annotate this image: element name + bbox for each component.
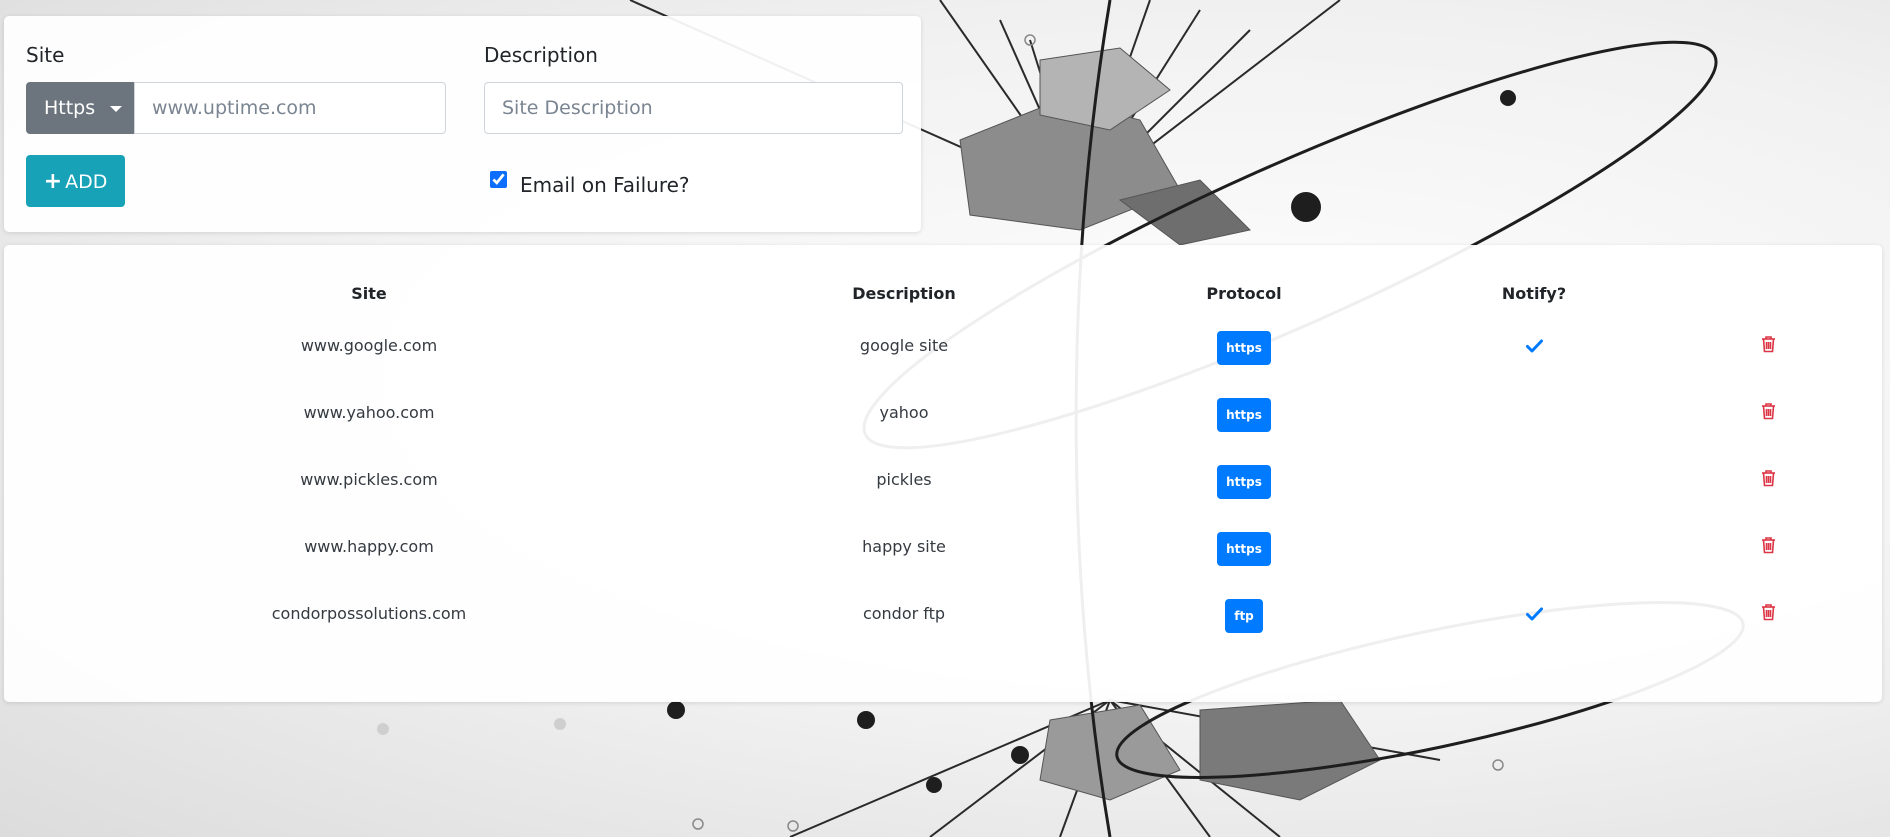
notify-cell xyxy=(1414,583,1654,650)
site-cell: www.yahoo.com xyxy=(303,403,435,422)
header-notify: Notify? xyxy=(1501,284,1567,303)
protocol-badge[interactable]: https xyxy=(1217,331,1271,365)
description-cell: happy site xyxy=(862,537,946,556)
notify-cell xyxy=(1414,449,1654,516)
protocol-badge[interactable]: https xyxy=(1217,532,1271,566)
actions-cell xyxy=(1654,583,1882,650)
protocol-cell: https xyxy=(1074,315,1414,382)
protocol-cell: ftp xyxy=(1074,583,1414,650)
description-label: Description xyxy=(484,43,598,67)
site-cell: www.google.com xyxy=(300,336,438,355)
site-input[interactable] xyxy=(134,82,446,134)
email-on-failure-label[interactable]: Email on Failure? xyxy=(520,173,690,197)
table-header-row: Site Description Protocol Notify? xyxy=(4,272,1882,315)
plus-icon: + xyxy=(43,168,63,194)
table-row: condorpossolutions.com condor ftp ftp xyxy=(4,583,1882,650)
header-protocol: Protocol xyxy=(1206,284,1282,303)
trash-icon[interactable] xyxy=(1761,469,1776,491)
check-icon xyxy=(1525,338,1543,357)
trash-icon[interactable] xyxy=(1761,402,1776,424)
check-icon xyxy=(1525,606,1543,625)
email-on-failure-checkbox[interactable] xyxy=(490,171,507,188)
description-cell: pickles xyxy=(876,470,932,489)
caret-down-icon xyxy=(110,106,122,112)
table-row: www.yahoo.com yahoo https xyxy=(4,382,1882,449)
protocol-cell: https xyxy=(1074,382,1414,449)
header-description: Description xyxy=(852,284,956,303)
trash-icon[interactable] xyxy=(1761,335,1776,357)
description-cell: condor ftp xyxy=(862,604,946,623)
site-cell: www.pickles.com xyxy=(300,470,438,489)
notify-cell xyxy=(1414,382,1654,449)
trash-icon[interactable] xyxy=(1761,603,1776,625)
protocol-dropdown-button[interactable]: Https xyxy=(26,82,134,134)
description-input[interactable] xyxy=(484,82,903,134)
table-body: www.google.com google site https www.yahoo.… xyxy=(4,315,1882,650)
actions-cell xyxy=(1654,382,1882,449)
table-row: www.happy.com happy site https xyxy=(4,516,1882,583)
add-site-form: Site Https Description +ADD Email on Fai… xyxy=(4,16,921,232)
header-site: Site xyxy=(351,284,387,303)
table-row: www.pickles.com pickles https xyxy=(4,449,1882,516)
sites-table: Site Description Protocol Notify? www.go… xyxy=(4,272,1882,650)
add-site-button[interactable]: + ADD xyxy=(26,155,125,207)
protocol-badge[interactable]: https xyxy=(1217,398,1271,432)
actions-cell xyxy=(1654,449,1882,516)
table-row: www.google.com google site https xyxy=(4,315,1882,382)
description-cell: yahoo xyxy=(879,403,929,422)
sites-table-card: Site Description Protocol Notify? www.go… xyxy=(4,245,1882,702)
notify-cell xyxy=(1414,315,1654,382)
protocol-badge[interactable]: https xyxy=(1217,465,1271,499)
notify-cell xyxy=(1414,516,1654,583)
protocol-cell: https xyxy=(1074,449,1414,516)
protocol-dropdown-label: Https xyxy=(44,97,96,119)
site-cell: condorpossolutions.com xyxy=(271,604,467,623)
trash-icon[interactable] xyxy=(1761,536,1776,558)
site-cell: www.happy.com xyxy=(304,537,434,556)
protocol-badge[interactable]: ftp xyxy=(1225,599,1263,633)
description-cell: google site xyxy=(859,336,949,355)
actions-cell xyxy=(1654,516,1882,583)
add-button-label: ADD xyxy=(65,170,108,193)
protocol-cell: https xyxy=(1074,516,1414,583)
header-actions xyxy=(1654,272,1882,315)
site-label: Site xyxy=(26,43,65,67)
actions-cell xyxy=(1654,315,1882,382)
